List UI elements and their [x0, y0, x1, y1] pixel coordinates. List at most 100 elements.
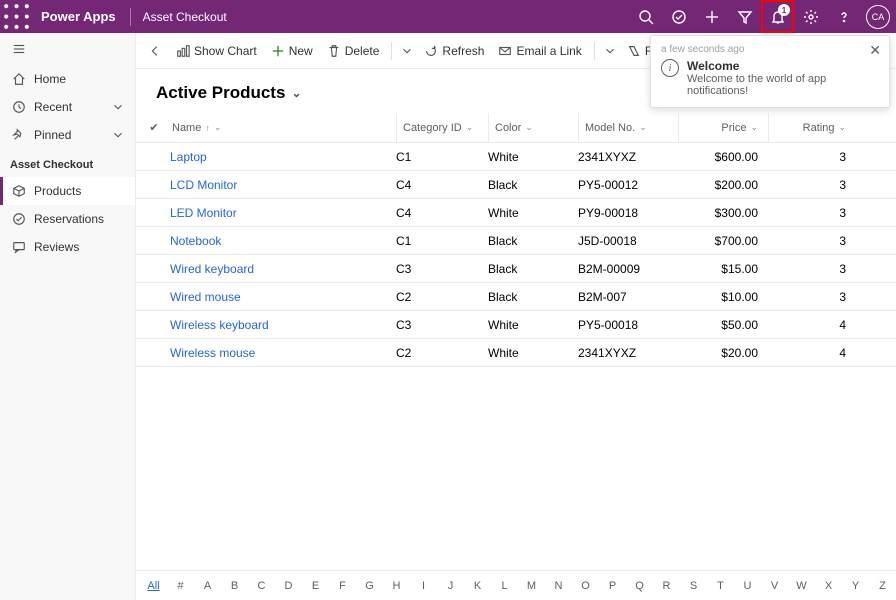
table-row[interactable]: LCD MonitorC4BlackPY5-00012$200.003 [136, 171, 896, 199]
cell-model: B2M-00009 [578, 262, 678, 276]
notifications-icon[interactable]: 1 [761, 0, 794, 33]
alpha-jump-p[interactable]: P [599, 580, 626, 592]
app-name-label[interactable]: Asset Checkout [137, 10, 233, 24]
email-link-button[interactable]: Email a Link [492, 37, 587, 65]
alpha-jump-k[interactable]: K [464, 580, 491, 592]
check-circle-icon [12, 212, 26, 226]
alpha-jump-j[interactable]: J [437, 580, 464, 592]
column-header-color[interactable]: Color⌄ [488, 113, 578, 142]
sidebar-item-reservations[interactable]: Reservations [0, 205, 135, 233]
alpha-jump-g[interactable]: G [356, 580, 383, 592]
alpha-jump-all[interactable]: All [140, 580, 167, 592]
alpha-jump-z[interactable]: Z [869, 580, 896, 592]
sidebar-item-home[interactable]: Home [0, 65, 135, 93]
sidebar-item-reviews[interactable]: Reviews [0, 233, 135, 261]
cell-category: C4 [396, 178, 488, 192]
alpha-jump-u[interactable]: U [734, 580, 761, 592]
settings-icon[interactable] [794, 0, 827, 33]
record-link[interactable]: LCD Monitor [170, 178, 237, 192]
record-link[interactable]: LED Monitor [170, 206, 237, 220]
cell-model: 2341XYXZ [578, 346, 678, 360]
assistant-icon[interactable] [662, 0, 695, 33]
close-icon[interactable]: ✕ [869, 42, 881, 59]
alpha-jump-e[interactable]: E [302, 580, 329, 592]
filter-icon[interactable] [728, 0, 761, 33]
chevron-down-icon[interactable] [111, 100, 125, 114]
collapse-sidebar-button[interactable] [0, 33, 135, 65]
alpha-jump-w[interactable]: W [788, 580, 815, 592]
add-icon[interactable] [695, 0, 728, 33]
delete-split-button[interactable] [398, 37, 416, 65]
sidebar-section-label: Asset Checkout [0, 149, 135, 177]
alpha-jump-f[interactable]: F [329, 580, 356, 592]
alpha-jump-o[interactable]: O [572, 580, 599, 592]
show-chart-button[interactable]: Show Chart [170, 37, 263, 65]
global-header: Power Apps Asset Checkout 1 CA [0, 0, 896, 33]
alpha-jump-v[interactable]: V [761, 580, 788, 592]
plus-icon [271, 44, 285, 58]
table-row[interactable]: LaptopC1White2341XYXZ$600.003 [136, 143, 896, 171]
select-all-checkbox[interactable]: ✔ [136, 113, 166, 142]
search-icon[interactable] [629, 0, 662, 33]
alpha-jump-s[interactable]: S [680, 580, 707, 592]
alpha-jump-i[interactable]: I [410, 580, 437, 592]
table-row[interactable]: Wired keyboardC3BlackB2M-00009$15.003 [136, 255, 896, 283]
table-row[interactable]: Wired mouseC2BlackB2M-007$10.003 [136, 283, 896, 311]
sidebar-item-pinned[interactable]: Pinned [0, 121, 135, 149]
alpha-jump-c[interactable]: C [248, 580, 275, 592]
toast-message: Welcome to the world of app notification… [687, 73, 879, 97]
app-launcher-icon[interactable] [0, 0, 33, 33]
grid-header-row: ✔ Name↑⌄ Category ID⌄ Color⌄ Model No.⌄ … [136, 113, 896, 143]
brand-label[interactable]: Power Apps [33, 9, 124, 24]
avatar[interactable]: CA [866, 5, 890, 29]
refresh-button[interactable]: Refresh [418, 37, 490, 65]
help-icon[interactable] [827, 0, 860, 33]
record-link[interactable]: Wired keyboard [170, 262, 254, 276]
alpha-jump-m[interactable]: M [518, 580, 545, 592]
new-button[interactable]: New [265, 37, 319, 65]
alpha-jump-d[interactable]: D [275, 580, 302, 592]
delete-button[interactable]: Delete [321, 37, 386, 65]
table-row[interactable]: NotebookC1BlackJ5D-00018$700.003 [136, 227, 896, 255]
alpha-jump-a[interactable]: A [194, 580, 221, 592]
column-header-category[interactable]: Category ID⌄ [396, 113, 488, 142]
cell-price: $600.00 [678, 150, 768, 164]
alpha-jump-l[interactable]: L [491, 580, 518, 592]
alpha-jump-x[interactable]: X [815, 580, 842, 592]
back-button[interactable] [142, 37, 168, 65]
cell-model: 2341XYXZ [578, 150, 678, 164]
alpha-jump-q[interactable]: Q [626, 580, 653, 592]
table-row[interactable]: Wireless mouseC2White2341XYXZ$20.004 [136, 339, 896, 367]
column-header-price[interactable]: Price⌄ [678, 113, 768, 142]
alpha-jump-y[interactable]: Y [842, 580, 869, 592]
record-link[interactable]: Wired mouse [170, 290, 241, 304]
chevron-down-icon [400, 44, 414, 58]
record-link[interactable]: Laptop [170, 150, 207, 164]
alpha-jump-n[interactable]: N [545, 580, 572, 592]
alpha-jump-bar: All#ABCDEFGHIJKLMNOPQRSTUVWXYZ [136, 570, 896, 600]
column-header-model[interactable]: Model No.⌄ [578, 113, 678, 142]
cell-category: C2 [396, 346, 488, 360]
alpha-jump-h[interactable]: H [383, 580, 410, 592]
email-split-button[interactable] [601, 37, 619, 65]
column-header-rating[interactable]: Rating⌄ [768, 113, 858, 142]
column-header-name[interactable]: Name↑⌄ [166, 113, 396, 142]
chevron-down-icon[interactable] [111, 128, 125, 142]
alpha-jump-t[interactable]: T [707, 580, 734, 592]
chart-icon [176, 44, 190, 58]
alpha-jump-b[interactable]: B [221, 580, 248, 592]
sidebar-item-products[interactable]: Products [0, 177, 135, 205]
cell-model: PY5-00012 [578, 178, 678, 192]
alpha-jump-r[interactable]: R [653, 580, 680, 592]
record-link[interactable]: Wireless mouse [170, 346, 255, 360]
record-link[interactable]: Notebook [170, 234, 221, 248]
cell-color: Black [488, 290, 578, 304]
flow-icon [627, 44, 641, 58]
cell-category: C1 [396, 234, 488, 248]
alpha-jump-#[interactable]: # [167, 580, 194, 592]
sidebar-item-recent[interactable]: Recent [0, 93, 135, 121]
table-row[interactable]: LED MonitorC4WhitePY9-00018$300.003 [136, 199, 896, 227]
record-link[interactable]: Wireless keyboard [170, 318, 269, 332]
cell-rating: 3 [768, 234, 858, 248]
table-row[interactable]: Wireless keyboardC3WhitePY5-00018$50.004 [136, 311, 896, 339]
